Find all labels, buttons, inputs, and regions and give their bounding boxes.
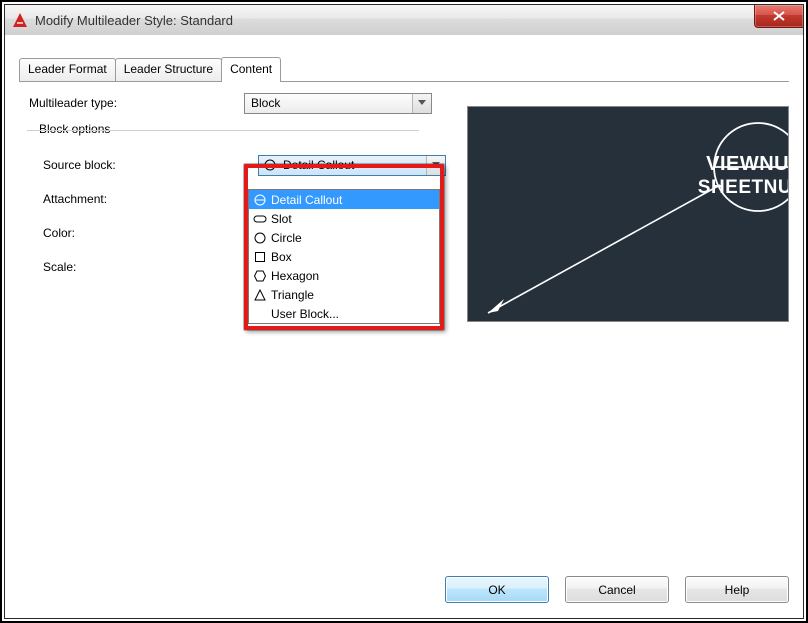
dropdown-option-label: Circle <box>271 231 435 245</box>
label-scale: Scale: <box>19 260 258 274</box>
multileader-type-value: Block <box>245 96 412 110</box>
label-multileader-type: Multileader type: <box>19 96 244 110</box>
app-icon <box>11 11 29 29</box>
dropdown-option-label: User Block... <box>253 307 435 321</box>
dropdown-option[interactable]: Box <box>249 247 439 266</box>
tab-body: Multileader type: Block Block options So… <box>19 82 789 566</box>
dropdown-option[interactable]: User Block... <box>249 304 439 323</box>
chevron-down-icon <box>426 156 445 175</box>
triangle-icon <box>253 288 267 302</box>
tab-content[interactable]: Content <box>221 57 281 82</box>
help-button[interactable]: Help <box>685 576 789 603</box>
dropdown-option-label: Detail Callout <box>271 193 435 207</box>
circle-hline-icon <box>263 158 277 172</box>
dropdown-option[interactable]: Detail Callout <box>249 190 439 209</box>
dropdown-option-label: Hexagon <box>271 269 435 283</box>
label-source-block: Source block: <box>19 158 258 172</box>
group-caption: Block options <box>35 122 114 136</box>
chevron-down-icon <box>412 94 431 113</box>
close-button[interactable] <box>754 5 803 28</box>
slot-icon <box>253 212 267 226</box>
preview-pane: VIEWNUMBER SHEETNUMBER <box>467 106 789 322</box>
button-bar: OK Cancel Help <box>445 576 789 606</box>
source-block-select[interactable]: Detail Callout <box>258 155 446 176</box>
multileader-type-select[interactable]: Block <box>244 93 432 114</box>
dropdown-option[interactable]: Triangle <box>249 285 439 304</box>
tab-strip: Leader Format Leader Structure Content <box>19 59 280 81</box>
preview-text-sheetnumber: SHEETNUMBER <box>698 177 789 199</box>
title-bar: Modify Multileader Style: Standard <box>5 5 803 36</box>
tab-rule <box>19 81 789 82</box>
ok-button[interactable]: OK <box>445 576 549 603</box>
preview-text-viewnumber: VIEWNUMBER <box>706 153 789 176</box>
cancel-button[interactable]: Cancel <box>565 576 669 603</box>
box-icon <box>253 250 267 264</box>
label-attachment: Attachment: <box>19 192 258 206</box>
label-color: Color: <box>19 226 258 240</box>
window-title: Modify Multileader Style: Standard <box>35 13 233 28</box>
dropdown-option[interactable]: Circle <box>249 228 439 247</box>
tab-leader-structure[interactable]: Leader Structure <box>115 58 222 81</box>
circle-icon <box>253 231 267 245</box>
dropdown-option-label: Triangle <box>271 288 435 302</box>
dropdown-option-label: Box <box>271 250 435 264</box>
dropdown-option-label: Slot <box>271 212 435 226</box>
dropdown-option[interactable]: Slot <box>249 209 439 228</box>
source-block-dropdown[interactable]: Detail Callout Slot Circle Box Hexagon <box>248 189 440 324</box>
circle-hline-icon <box>253 193 267 207</box>
client-area: Leader Format Leader Structure Content M… <box>5 35 803 618</box>
hexagon-icon <box>253 269 267 283</box>
tab-leader-format[interactable]: Leader Format <box>19 58 116 81</box>
dropdown-option[interactable]: Hexagon <box>249 266 439 285</box>
source-block-value: Detail Callout <box>277 158 426 172</box>
